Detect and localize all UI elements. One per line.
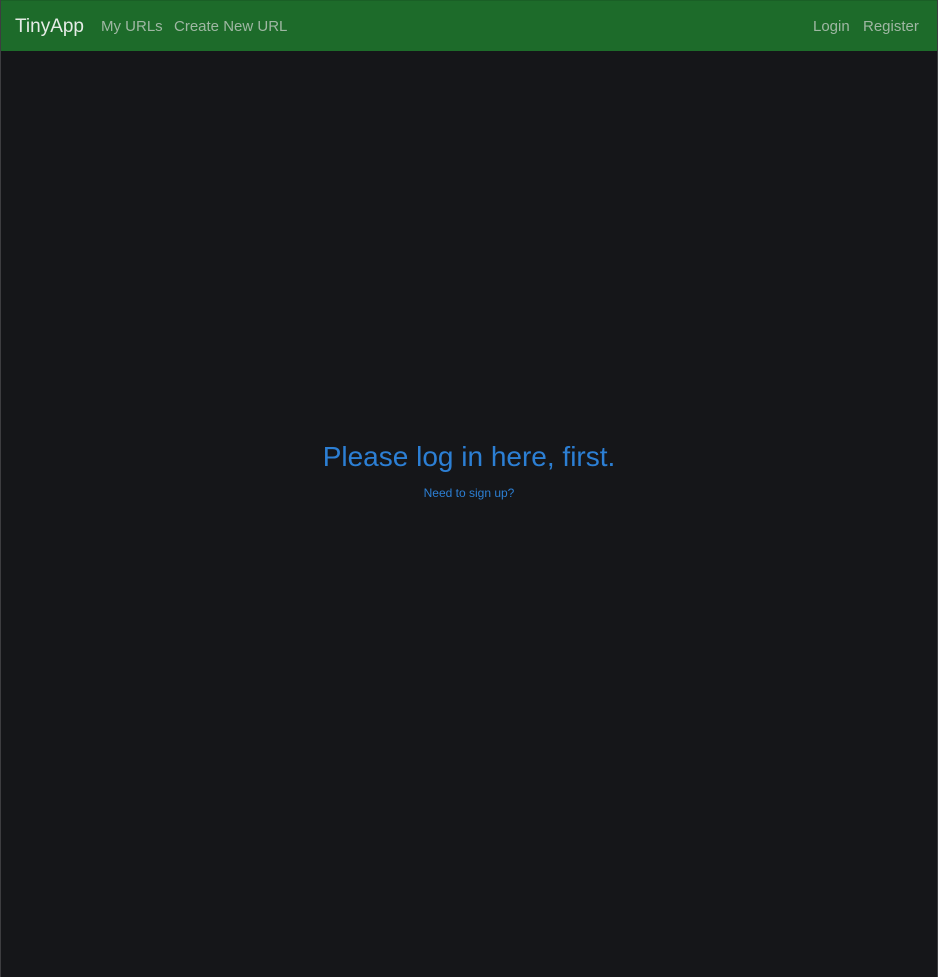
signup-prompt: Need to sign up?: [1, 486, 937, 500]
app-window: TinyApp My URLs Create New URL Login Reg…: [0, 0, 938, 977]
nav-my-urls[interactable]: My URLs: [101, 18, 163, 36]
brand-link[interactable]: TinyApp: [15, 16, 84, 38]
main-content: Please log in here, first. Need to sign …: [1, 51, 937, 977]
top-navbar: TinyApp My URLs Create New URL Login Reg…: [1, 0, 937, 51]
signup-link[interactable]: Need to sign up?: [424, 486, 515, 500]
nav-register[interactable]: Register: [863, 18, 919, 36]
nav-create-new-url[interactable]: Create New URL: [174, 18, 287, 36]
nav-login[interactable]: Login: [813, 18, 850, 36]
login-prompt-heading: Please log in here, first.: [322, 441, 616, 472]
